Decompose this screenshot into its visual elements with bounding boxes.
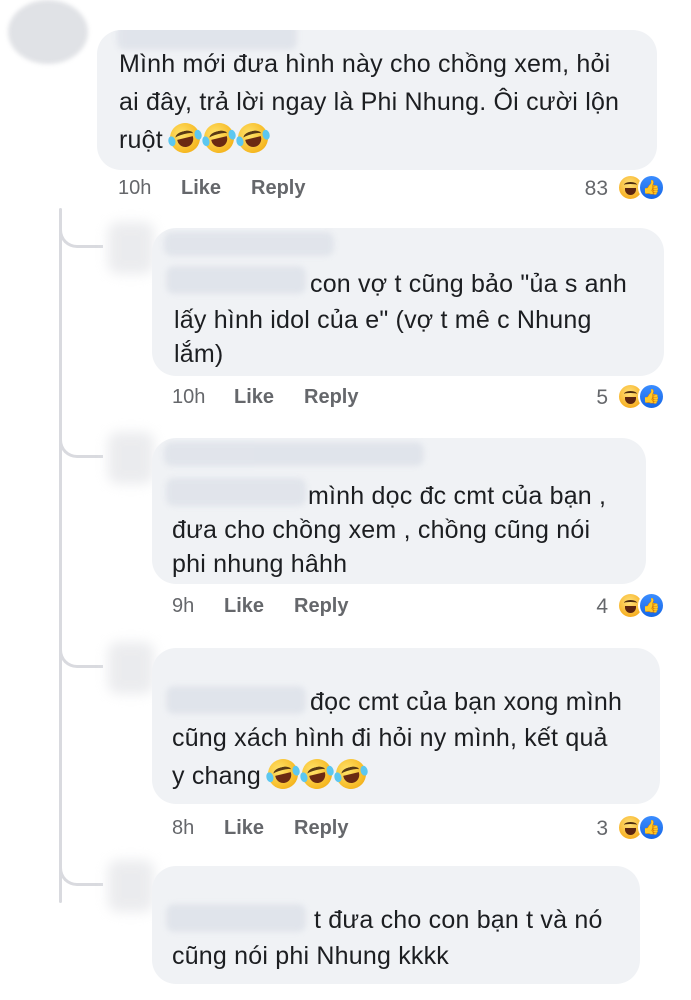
like-button[interactable]: Like xyxy=(234,386,274,409)
comment-text-line: ruột xyxy=(119,119,272,158)
rolling-on-floor-laughing-emoji xyxy=(234,119,272,157)
comment-bubble: Mình mới đưa hình này cho chồng xem, hỏi… xyxy=(97,30,657,170)
rolling-on-floor-laughing-emoji xyxy=(166,119,204,157)
avatar[interactable] xyxy=(108,222,154,274)
comment-text-line: phi nhung hâhh xyxy=(172,550,348,578)
reaction-count[interactable]: 4 xyxy=(568,595,608,619)
redacted-commenter-name xyxy=(166,266,306,294)
comment-text-line: lắm) xyxy=(174,340,224,368)
avatar[interactable] xyxy=(108,432,154,484)
avatar[interactable] xyxy=(108,642,154,694)
comment-text-line: cũng xách hình đi hỏi ny mình, kết quả xyxy=(172,724,608,752)
reaction-count[interactable]: 5 xyxy=(568,386,608,410)
redacted-commenter-name xyxy=(166,904,306,932)
like-button[interactable]: Like xyxy=(224,817,264,840)
like-reaction-icon: 👍 xyxy=(638,174,665,201)
rolling-on-floor-laughing-emoji xyxy=(298,755,336,793)
comment-text-line: t đưa cho con bạn t và nó xyxy=(314,906,603,934)
reply-button[interactable]: Reply xyxy=(251,177,305,200)
comment-timestamp[interactable]: 9h xyxy=(172,595,194,618)
avatar[interactable] xyxy=(108,860,154,912)
comment-text-line: y chang xyxy=(172,755,370,794)
redacted-commenter-name xyxy=(166,686,306,714)
reaction-count[interactable]: 3 xyxy=(568,817,608,841)
like-reaction-icon: 👍 xyxy=(638,383,665,410)
reaction-icons[interactable]: 👍 xyxy=(617,814,665,842)
reaction-icons[interactable]: 👍 xyxy=(617,592,665,620)
comment-text-line: lấy hình idol của e" (vợ t mê c Nhung xyxy=(174,306,592,334)
comment-bubble: mình dọc đc cmt của bạn , đưa cho chồng … xyxy=(152,438,646,584)
comment-text-line: con vợ t cũng bảo "ủa s anh xyxy=(310,270,627,298)
rolling-on-floor-laughing-emoji xyxy=(332,755,370,793)
comment-bubble: con vợ t cũng bảo "ủa s anh lấy hình ido… xyxy=(152,228,664,376)
rolling-on-floor-laughing-emoji xyxy=(200,119,238,157)
avatar[interactable] xyxy=(8,0,88,64)
redacted-commenter-name xyxy=(166,478,306,506)
comment-text-line: ai đây, trả lời ngay là Phi Nhung. Ôi cư… xyxy=(119,88,620,116)
comment-timestamp[interactable]: 10h xyxy=(118,177,151,200)
rolling-on-floor-laughing-emoji xyxy=(264,755,302,793)
comment-text-word: y chang xyxy=(172,762,261,790)
reply-connector xyxy=(59,214,103,248)
reply-button[interactable]: Reply xyxy=(294,817,348,840)
redacted-commenter-name xyxy=(164,232,334,256)
reply-connector xyxy=(59,852,103,886)
comment-text-word: ruột xyxy=(119,126,163,154)
like-button[interactable]: Like xyxy=(224,595,264,618)
reply-button[interactable]: Reply xyxy=(294,595,348,618)
reply-connector xyxy=(59,634,103,668)
like-reaction-icon: 👍 xyxy=(638,592,665,619)
comment-text-line: đưa cho chồng xem , chồng cũng nói xyxy=(172,516,591,544)
reaction-icons[interactable]: 👍 xyxy=(617,383,665,411)
comment-bubble: t đưa cho con bạn t và nó cũng nói phi N… xyxy=(152,866,640,984)
comment-timestamp[interactable]: 8h xyxy=(172,817,194,840)
comment-text-line: đọc cmt của bạn xong mình xyxy=(310,688,623,716)
reaction-count[interactable]: 83 xyxy=(568,177,608,201)
reaction-icons[interactable]: 👍 xyxy=(617,174,665,202)
comment-text-line: Mình mới đưa hình này cho chồng xem, hỏi xyxy=(119,50,611,78)
thread-line xyxy=(59,208,62,903)
comment-text-line: mình dọc đc cmt của bạn , xyxy=(308,482,607,510)
reply-button[interactable]: Reply xyxy=(304,386,358,409)
comment-bubble: đọc cmt của bạn xong mình cũng xách hình… xyxy=(152,648,660,804)
reply-connector xyxy=(59,424,103,458)
redacted-commenter-name xyxy=(164,442,424,466)
comment-text-line: cũng nói phi Nhung kkkk xyxy=(172,942,449,970)
like-reaction-icon: 👍 xyxy=(638,814,665,841)
like-button[interactable]: Like xyxy=(181,177,221,200)
comment-timestamp[interactable]: 10h xyxy=(172,386,205,409)
